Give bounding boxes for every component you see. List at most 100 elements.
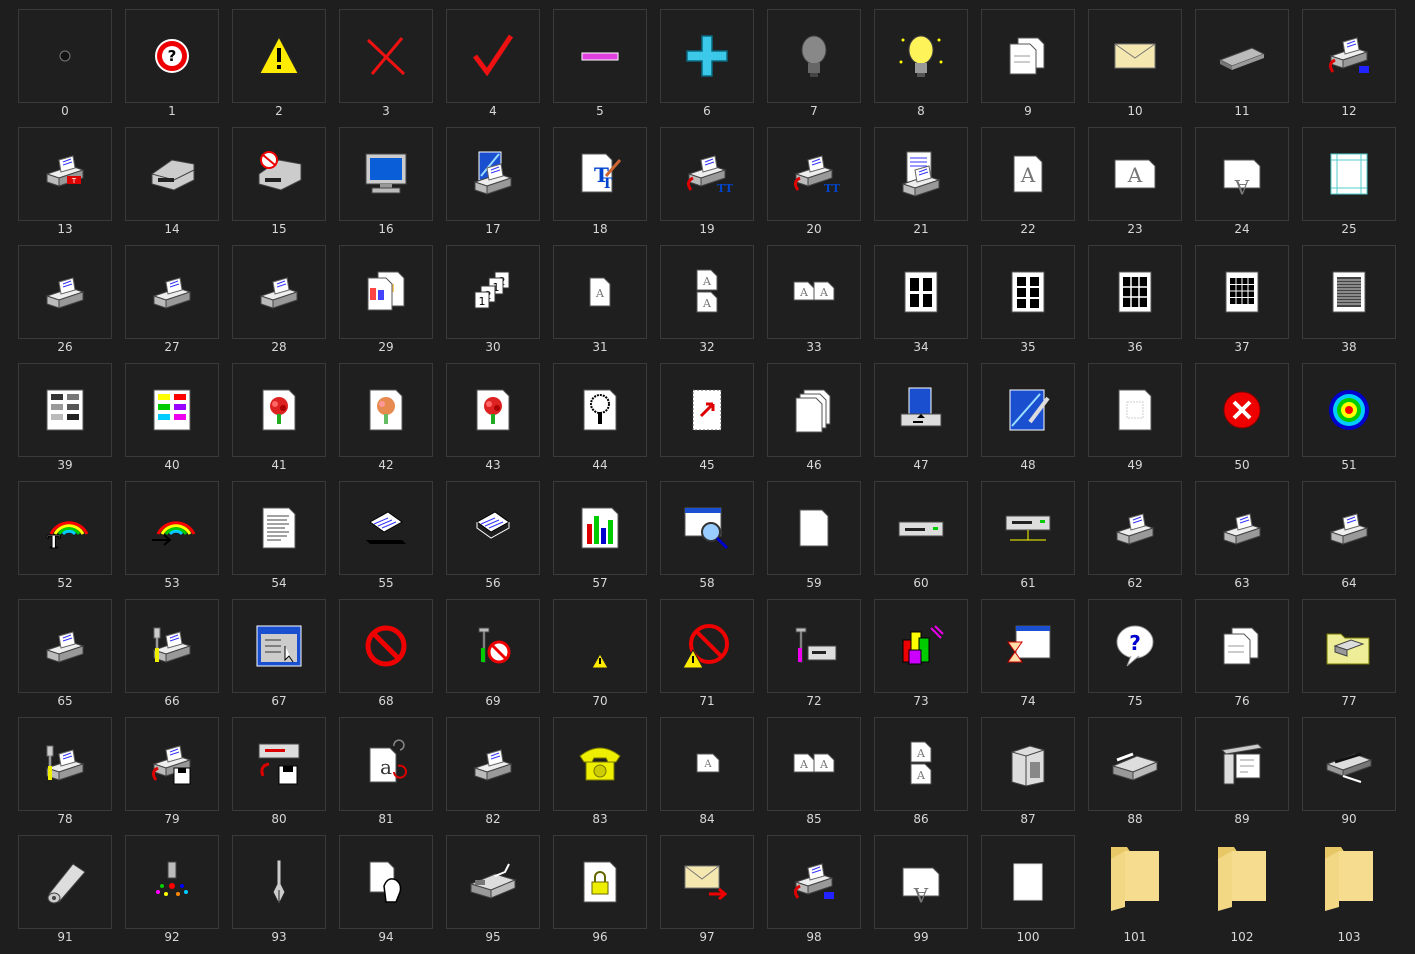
icon-cell[interactable]: 94: [339, 835, 433, 953]
icon-tile[interactable]: [981, 245, 1075, 339]
icon-tile[interactable]: [874, 481, 968, 575]
icon-tile[interactable]: [1302, 127, 1396, 221]
icon-cell[interactable]: TT 20: [767, 127, 861, 245]
icon-tile[interactable]: [981, 481, 1075, 575]
icon-cell[interactable]: 101: [1088, 835, 1182, 953]
icon-cell[interactable]: 96: [553, 835, 647, 953]
icon-cell[interactable]: A 24: [1195, 127, 1289, 245]
icon-cell[interactable]: a 81: [339, 717, 433, 835]
icon-tile[interactable]: [339, 599, 433, 693]
icon-cell[interactable]: A A 86: [874, 717, 968, 835]
icon-tile[interactable]: [125, 363, 219, 457]
icon-cell[interactable]: 7: [767, 9, 861, 127]
icon-cell[interactable]: 12: [1302, 9, 1396, 127]
icon-cell[interactable]: 29: [339, 245, 433, 363]
icon-cell[interactable]: 103: [1302, 835, 1396, 953]
icon-tile[interactable]: A: [1195, 127, 1289, 221]
icon-tile[interactable]: [553, 599, 647, 693]
icon-tile[interactable]: [446, 835, 540, 929]
icon-tile[interactable]: [1088, 481, 1182, 575]
icon-cell[interactable]: 2: [232, 9, 326, 127]
icon-cell[interactable]: 4: [446, 9, 540, 127]
icon-cell[interactable]: 44: [553, 363, 647, 481]
icon-cell[interactable]: 98: [767, 835, 861, 953]
icon-tile[interactable]: [1302, 363, 1396, 457]
icon-cell[interactable]: 87: [981, 717, 1075, 835]
icon-tile[interactable]: [553, 9, 647, 103]
icon-cell[interactable]: T 13: [18, 127, 112, 245]
icon-tile[interactable]: ?: [1088, 599, 1182, 693]
icon-tile[interactable]: [1195, 717, 1289, 811]
icon-cell[interactable]: 34: [874, 245, 968, 363]
icon-tile[interactable]: [232, 599, 326, 693]
icon-cell[interactable]: 2121 30: [446, 245, 540, 363]
icon-tile[interactable]: [339, 363, 433, 457]
icon-tile[interactable]: 2121: [446, 245, 540, 339]
icon-cell[interactable]: 48: [981, 363, 1075, 481]
icon-cell[interactable]: 49: [1088, 363, 1182, 481]
icon-tile[interactable]: [339, 835, 433, 929]
icon-cell[interactable]: 0: [18, 9, 112, 127]
icon-tile[interactable]: [339, 245, 433, 339]
icon-cell[interactable]: 80: [232, 717, 326, 835]
icon-tile[interactable]: [18, 9, 112, 103]
icon-cell[interactable]: 46: [767, 363, 861, 481]
icon-cell[interactable]: 70: [553, 599, 647, 717]
icon-tile[interactable]: A: [660, 717, 754, 811]
icon-tile[interactable]: A: [1088, 127, 1182, 221]
icon-cell[interactable]: 58: [660, 481, 754, 599]
icon-cell[interactable]: 37: [1195, 245, 1289, 363]
icon-tile[interactable]: [1088, 363, 1182, 457]
icon-tile[interactable]: [125, 835, 219, 929]
icon-tile[interactable]: AA: [874, 717, 968, 811]
icon-tile[interactable]: [339, 127, 433, 221]
icon-cell[interactable]: A 99: [874, 835, 968, 953]
icon-tile[interactable]: [553, 835, 647, 929]
icon-tile[interactable]: [1088, 717, 1182, 811]
icon-cell[interactable]: 15: [232, 127, 326, 245]
icon-cell[interactable]: 28: [232, 245, 326, 363]
icon-cell[interactable]: 6: [660, 9, 754, 127]
icon-tile[interactable]: [553, 717, 647, 811]
icon-tile[interactable]: [1195, 599, 1289, 693]
icon-cell[interactable]: ? 1: [125, 9, 219, 127]
icon-tile[interactable]: [125, 481, 219, 575]
icon-tile[interactable]: [125, 245, 219, 339]
icon-cell[interactable]: A 31: [553, 245, 647, 363]
icon-cell[interactable]: 76: [1195, 599, 1289, 717]
icon-cell[interactable]: 14: [125, 127, 219, 245]
icon-cell[interactable]: A 23: [1088, 127, 1182, 245]
icon-cell[interactable]: 88: [1088, 717, 1182, 835]
icon-tile[interactable]: TT: [767, 127, 861, 221]
icon-cell[interactable]: 69: [446, 599, 540, 717]
icon-cell[interactable]: 74: [981, 599, 1075, 717]
icon-tile[interactable]: A: [874, 835, 968, 929]
icon-tile[interactable]: [446, 481, 540, 575]
icon-cell[interactable]: 82: [446, 717, 540, 835]
icon-cell[interactable]: 91: [18, 835, 112, 953]
icon-cell[interactable]: 8: [874, 9, 968, 127]
icon-tile[interactable]: [660, 835, 754, 929]
icon-cell[interactable]: 27: [125, 245, 219, 363]
icon-cell[interactable]: 51: [1302, 363, 1396, 481]
icon-tile[interactable]: [232, 245, 326, 339]
icon-tile[interactable]: a: [339, 717, 433, 811]
icon-cell[interactable]: 35: [981, 245, 1075, 363]
icon-tile[interactable]: [660, 363, 754, 457]
icon-tile[interactable]: [232, 363, 326, 457]
icon-tile[interactable]: [18, 363, 112, 457]
icon-cell[interactable]: 92: [125, 835, 219, 953]
icon-tile[interactable]: [1302, 835, 1396, 929]
icon-tile[interactable]: [874, 245, 968, 339]
icon-tile[interactable]: [446, 9, 540, 103]
icon-cell[interactable]: 73: [874, 599, 968, 717]
icon-cell[interactable]: 42: [339, 363, 433, 481]
icon-cell[interactable]: 40: [125, 363, 219, 481]
icon-tile[interactable]: AA: [767, 717, 861, 811]
icon-cell[interactable]: 45: [660, 363, 754, 481]
icon-tile[interactable]: [232, 717, 326, 811]
icon-tile[interactable]: A: [553, 245, 647, 339]
icon-cell[interactable]: A 22: [981, 127, 1075, 245]
icon-tile[interactable]: [874, 127, 968, 221]
icon-tile[interactable]: [767, 9, 861, 103]
